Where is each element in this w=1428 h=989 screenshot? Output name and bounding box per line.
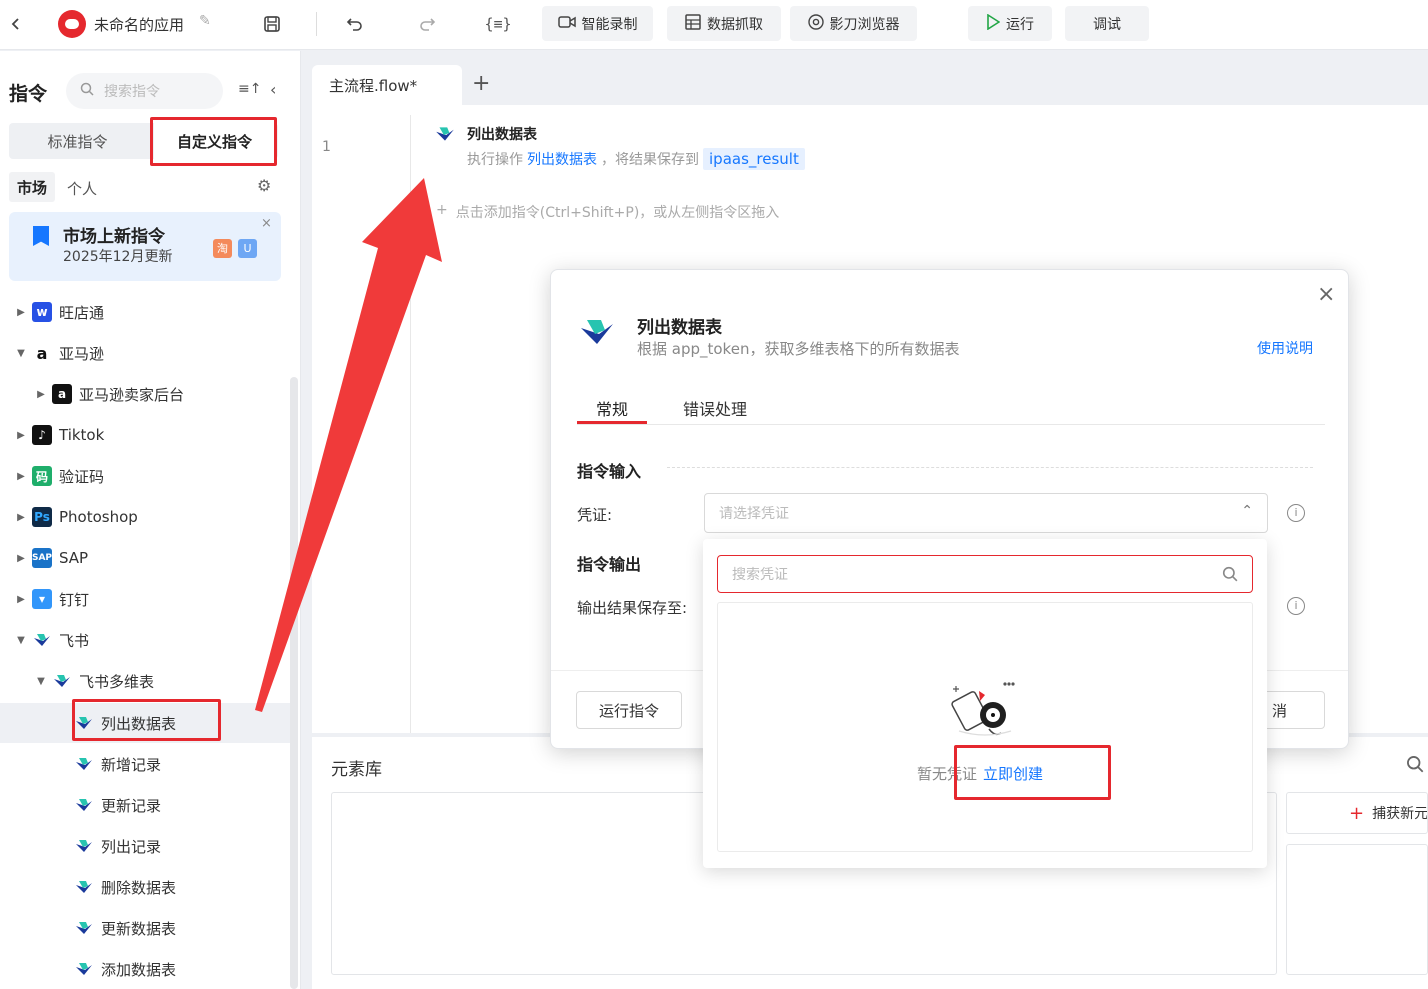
annotation-arrow: [255, 178, 442, 712]
